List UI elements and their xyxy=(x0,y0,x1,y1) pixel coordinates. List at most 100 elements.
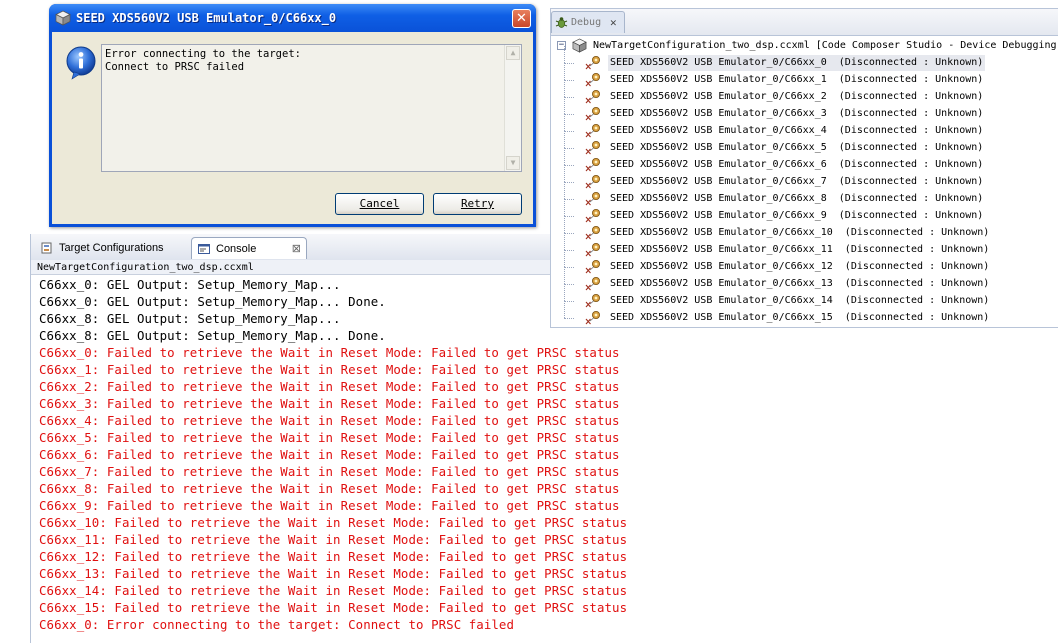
tree-guide-line xyxy=(564,199,566,216)
tab-target-configurations[interactable]: Target Configurations xyxy=(35,237,189,259)
disconnected-cpu-icon xyxy=(585,226,600,240)
tree-guide-line xyxy=(564,148,566,165)
message-text-area[interactable]: Error connecting to the target: Connect … xyxy=(101,44,522,172)
debug-tree-item-label: SEED XDS560V2 USB Emulator_0/C66xx_11 (D… xyxy=(610,244,990,255)
tree-guide-line xyxy=(564,284,566,301)
dialog-body: Error connecting to the target: Connect … xyxy=(52,32,533,224)
disconnected-cpu-icon xyxy=(585,243,600,257)
disconnected-cpu-icon xyxy=(585,90,600,104)
tree-guide-line xyxy=(564,63,566,80)
tab-debug[interactable]: Debug ✕ xyxy=(551,11,625,33)
disconnected-cpu-icon xyxy=(585,294,600,308)
debug-tree-item-label: SEED XDS560V2 USB Emulator_0/C66xx_13 (D… xyxy=(610,278,990,289)
tree-guide-line xyxy=(564,182,566,199)
debug-tree-item[interactable]: SEED XDS560V2 USB Emulator_0/C66xx_8 (Di… xyxy=(564,182,1007,208)
debug-tree-item[interactable]: SEED XDS560V2 USB Emulator_0/C66xx_1 (Di… xyxy=(564,63,1007,89)
disconnected-cpu-icon xyxy=(585,73,600,87)
debug-tree-item-label: SEED XDS560V2 USB Emulator_0/C66xx_10 (D… xyxy=(610,227,990,238)
disconnected-cpu-icon xyxy=(585,158,600,172)
tab-label: Debug xyxy=(571,17,602,28)
scroll-down-icon[interactable]: ▼ xyxy=(506,156,520,170)
debug-tree-item-label: SEED XDS560V2 USB Emulator_0/C66xx_3 (Di… xyxy=(610,108,984,119)
debug-tree-item-label: SEED XDS560V2 USB Emulator_0/C66xx_12 (D… xyxy=(610,261,990,272)
debug-tree-item[interactable]: SEED XDS560V2 USB Emulator_0/C66xx_9 (Di… xyxy=(564,199,1007,225)
tree-guide-line xyxy=(564,97,566,114)
console-line: C66xx_1: Failed to retrieve the Wait in … xyxy=(39,362,620,377)
debug-tree-item[interactable]: SEED XDS560V2 USB Emulator_0/C66xx_5 (Di… xyxy=(564,131,1007,157)
disconnected-cpu-icon xyxy=(585,56,600,70)
tree-guide-line xyxy=(564,301,566,318)
console-line: C66xx_9: Failed to retrieve the Wait in … xyxy=(39,498,620,513)
close-tab-icon[interactable]: ⊠ xyxy=(292,238,301,260)
debug-tab-bar: Debug ✕ xyxy=(551,9,1058,36)
debug-tree-item[interactable]: SEED XDS560V2 USB Emulator_0/C66xx_7 (Di… xyxy=(564,165,1007,191)
tree-guide-line xyxy=(564,216,566,233)
disconnected-cpu-icon xyxy=(585,175,600,189)
dialog-title: SEED XDS560V2 USB Emulator_0/C66xx_0 xyxy=(76,11,337,25)
console-line: C66xx_14: Failed to retrieve the Wait in… xyxy=(39,583,628,598)
debug-tree-item-label: SEED XDS560V2 USB Emulator_0/C66xx_8 (Di… xyxy=(610,193,984,204)
tree-guide-line xyxy=(564,114,566,131)
console-line: C66xx_3: Failed to retrieve the Wait in … xyxy=(39,396,620,411)
tree-guide-line xyxy=(564,46,566,63)
tree-guide-line xyxy=(564,233,566,250)
tab-label: Console xyxy=(216,243,257,255)
target-cube-icon xyxy=(55,10,71,26)
disconnected-cpu-icon xyxy=(585,209,600,223)
debug-tree-item-label: SEED XDS560V2 USB Emulator_0/C66xx_4 (Di… xyxy=(610,125,984,136)
debug-tree-item[interactable]: SEED XDS560V2 USB Emulator_0/C66xx_11 (D… xyxy=(564,233,1007,259)
tree-guide-line xyxy=(564,267,566,284)
retry-button[interactable]: Retry xyxy=(433,193,522,215)
debug-tree-root-label: NewTargetConfiguration_two_dsp.ccxml [Co… xyxy=(593,40,1058,51)
debug-tree-root[interactable]: − NewTargetConfiguration_two_dsp.ccxml [… xyxy=(557,38,1058,55)
debug-tree-item-label: SEED XDS560V2 USB Emulator_0/C66xx_1 (Di… xyxy=(610,74,984,85)
close-icon[interactable]: ✕ xyxy=(512,9,531,28)
debug-tree-item[interactable]: SEED XDS560V2 USB Emulator_0/C66xx_15 (D… xyxy=(564,301,1007,327)
close-tab-icon[interactable]: ✕ xyxy=(610,12,617,34)
info-icon xyxy=(66,46,96,80)
error-message: Error connecting to the target: Connect … xyxy=(105,48,301,73)
dialog-title-bar[interactable]: SEED XDS560V2 USB Emulator_0/C66xx_0 ✕ xyxy=(49,4,536,32)
debug-tree-item[interactable]: SEED XDS560V2 USB Emulator_0/C66xx_6 (Di… xyxy=(564,148,1007,174)
debug-tree-item-label: SEED XDS560V2 USB Emulator_0/C66xx_2 (Di… xyxy=(610,91,984,102)
console-icon xyxy=(198,244,210,254)
tab-console[interactable]: Console ⊠ xyxy=(191,237,307,259)
console-line: C66xx_5: Failed to retrieve the Wait in … xyxy=(39,430,620,445)
console-line: C66xx_6: Failed to retrieve the Wait in … xyxy=(39,447,620,462)
debug-tree-item-label: SEED XDS560V2 USB Emulator_0/C66xx_15 (D… xyxy=(610,312,990,323)
debug-tree-item[interactable]: SEED XDS560V2 USB Emulator_0/C66xx_4 (Di… xyxy=(564,114,1007,140)
cancel-button[interactable]: Cancel xyxy=(335,193,424,215)
console-line: C66xx_7: Failed to retrieve the Wait in … xyxy=(39,464,620,479)
debug-tree-item-label: SEED XDS560V2 USB Emulator_0/C66xx_9 (Di… xyxy=(610,210,984,221)
tree-guide-branch xyxy=(564,318,574,320)
scroll-up-icon[interactable]: ▲ xyxy=(506,46,520,60)
tab-label: Target Configurations xyxy=(59,242,164,254)
debug-tree-item[interactable]: SEED XDS560V2 USB Emulator_0/C66xx_3 (Di… xyxy=(564,97,1007,123)
tree-guide-line xyxy=(564,250,566,267)
debug-tree-item-label: SEED XDS560V2 USB Emulator_0/C66xx_5 (Di… xyxy=(610,142,984,153)
debug-tree-item[interactable]: SEED XDS560V2 USB Emulator_0/C66xx_12 (D… xyxy=(564,250,1007,276)
console-view: Target Configurations Console ⊠ NewTarge… xyxy=(30,234,627,643)
disconnected-cpu-icon xyxy=(585,107,600,121)
console-line: C66xx_10: Failed to retrieve the Wait in… xyxy=(39,515,628,530)
console-line: C66xx_2: Failed to retrieve the Wait in … xyxy=(39,379,620,394)
debug-tree-item[interactable]: SEED XDS560V2 USB Emulator_0/C66xx_2 (Di… xyxy=(564,80,1007,106)
debug-tree-item[interactable]: SEED XDS560V2 USB Emulator_0/C66xx_0 (Di… xyxy=(564,46,1007,72)
debug-tree-item[interactable]: SEED XDS560V2 USB Emulator_0/C66xx_14 (D… xyxy=(564,284,1007,310)
disconnected-cpu-icon xyxy=(585,260,600,274)
target-config-icon xyxy=(41,242,52,254)
debug-tree-item-label: SEED XDS560V2 USB Emulator_0/C66xx_14 (D… xyxy=(610,295,990,306)
console-output[interactable]: C66xx_0: GEL Output: Setup_Memory_Map...… xyxy=(39,276,1058,633)
console-line: C66xx_12: Failed to retrieve the Wait in… xyxy=(39,549,628,564)
console-source-path: NewTargetConfiguration_two_dsp.ccxml xyxy=(31,260,551,275)
disconnected-cpu-icon xyxy=(585,124,600,138)
debug-tree-item-label: SEED XDS560V2 USB Emulator_0/C66xx_6 (Di… xyxy=(610,159,984,170)
tree-guide-line xyxy=(564,131,566,148)
debug-tree-item[interactable]: SEED XDS560V2 USB Emulator_0/C66xx_10 (D… xyxy=(564,216,1007,242)
debug-tree-item-label: SEED XDS560V2 USB Emulator_0/C66xx_7 (Di… xyxy=(610,176,984,187)
message-scrollbar[interactable]: ▲ ▼ xyxy=(504,45,521,171)
debug-tree-item[interactable]: SEED XDS560V2 USB Emulator_0/C66xx_13 (D… xyxy=(564,267,1007,293)
console-line: C66xx_0: Failed to retrieve the Wait in … xyxy=(39,345,620,360)
tree-guide-line xyxy=(564,165,566,182)
disconnected-cpu-icon xyxy=(585,277,600,291)
